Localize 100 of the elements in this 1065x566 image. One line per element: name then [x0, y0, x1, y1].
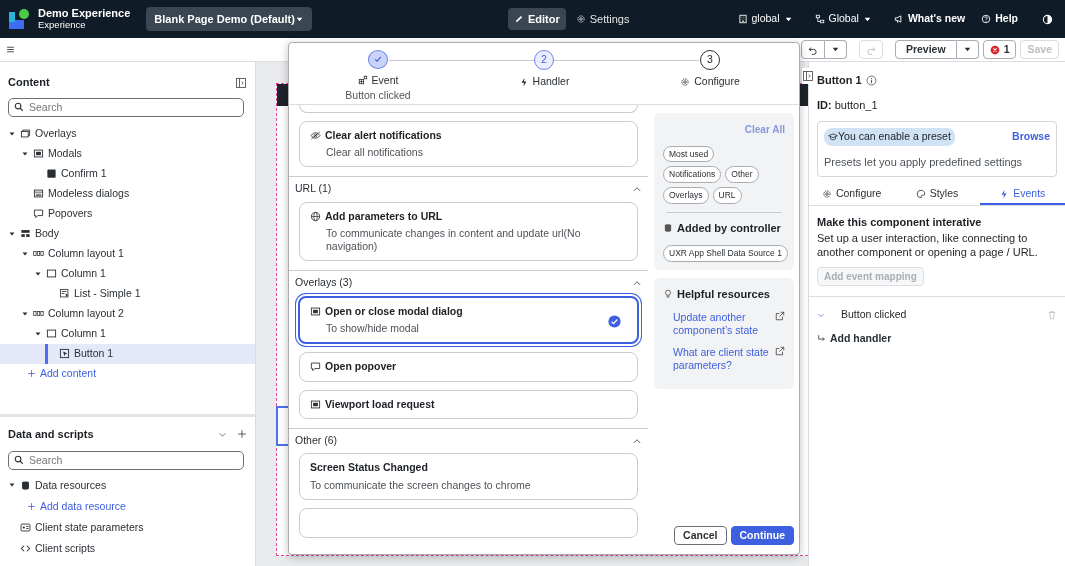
- browse-link[interactable]: Browse: [1012, 130, 1050, 144]
- tree-item[interactable]: Client scripts: [0, 537, 255, 559]
- modal-icon: [310, 306, 321, 318]
- search-field[interactable]: Search: [8, 450, 244, 470]
- collapse-panel-button[interactable]: [802, 68, 814, 84]
- building-icon: [737, 14, 748, 24]
- app-title: Demo Experience: [38, 7, 131, 20]
- preset-description: Presets let you apply predefined settings: [824, 154, 1024, 170]
- tree-item[interactable]: List - Simple 1: [0, 283, 255, 304]
- plus-icon: [27, 369, 36, 378]
- columns-icon: [33, 308, 44, 319]
- undo-icon: [807, 44, 818, 55]
- tree-item[interactable]: Column 1: [0, 263, 255, 284]
- undo-menu-button[interactable]: [824, 40, 847, 59]
- inspector-tab[interactable]: Styles: [894, 185, 980, 206]
- event-name[interactable]: Button clicked: [841, 307, 907, 324]
- inspector-tab[interactable]: Events: [979, 185, 1065, 206]
- search-field[interactable]: Search: [8, 97, 244, 117]
- undo-button[interactable]: [800, 40, 825, 59]
- info-button[interactable]: [865, 72, 877, 89]
- mode-tab[interactable]: Editor: [507, 7, 566, 31]
- add-link[interactable]: Add content: [27, 365, 97, 382]
- tree-item[interactable]: Modeless dialogs: [0, 183, 255, 204]
- external-link-icon: [775, 310, 785, 321]
- group-header[interactable]: URL (1): [295, 181, 332, 197]
- handler-option[interactable]: Open or close modal dialog To show/hide modal: [298, 296, 639, 345]
- handler-option[interactable]: Open popover: [299, 352, 638, 382]
- cancel-button[interactable]: Cancel: [674, 526, 727, 545]
- filter-chip[interactable]: Other: [725, 166, 759, 183]
- error-icon: [989, 44, 1000, 55]
- menu-icon: [6, 45, 15, 55]
- check-icon: [373, 54, 383, 65]
- filter-chip[interactable]: UXR App Shell Data Source 1: [663, 245, 788, 262]
- graduation-cap-icon: [828, 131, 838, 142]
- plus-icon: [237, 429, 247, 440]
- group-header[interactable]: Overlays (3): [295, 275, 353, 292]
- settings-icon: [575, 14, 586, 24]
- database-icon: [20, 479, 31, 491]
- info-icon: [865, 75, 877, 87]
- filter-chip[interactable]: Overlays: [663, 187, 709, 204]
- mode-tab[interactable]: Settings: [569, 7, 636, 31]
- panel-title: Content: [8, 75, 50, 90]
- speech-bubble-icon: [33, 208, 44, 219]
- palette-icon: [915, 189, 926, 200]
- filter-heading: Added by controller: [677, 220, 781, 236]
- tree-item[interactable]: Data resources: [0, 474, 255, 496]
- handler-option[interactable]: Screen Status Changed To communicate the screen changes to chrome: [299, 453, 638, 500]
- step-indicator: 2: [534, 50, 554, 70]
- preview-button[interactable]: Preview: [894, 40, 957, 59]
- inspector-tab[interactable]: Configure: [809, 185, 895, 206]
- handler-option[interactable]: Viewport load request: [299, 389, 638, 419]
- handler-option[interactable]: Clear alert notifications Clear all notifications: [299, 121, 638, 168]
- modal-icon: [310, 398, 321, 410]
- tree-item[interactable]: Body: [0, 223, 255, 244]
- add-link[interactable]: Add data resource: [27, 500, 126, 512]
- settings-icon: [680, 76, 691, 87]
- page-selector[interactable]: Blank Page Demo (Default): [146, 6, 312, 32]
- layout-icon: [20, 228, 31, 239]
- tree-item[interactable]: Column layout 2: [0, 303, 255, 324]
- tree-item[interactable]: Button 1: [0, 343, 255, 364]
- panel-icon: [802, 70, 814, 83]
- filter-chip[interactable]: Most used: [663, 145, 715, 163]
- columns-icon: [33, 248, 44, 259]
- resource-link[interactable]: Update another component’s state: [673, 310, 775, 338]
- speech-bubble-icon: [310, 361, 321, 373]
- column-icon: [46, 328, 57, 339]
- tree-item[interactable]: Modals: [0, 143, 255, 164]
- preset-tag: You can enable a preset: [824, 128, 955, 146]
- resources-heading: Helpful resources: [677, 287, 770, 302]
- database-icon: [663, 223, 673, 233]
- header-link[interactable]: What's new: [889, 9, 970, 29]
- parameters-icon: [20, 521, 31, 533]
- trash-icon: [1047, 310, 1057, 321]
- handler-option[interactable]: Add parameters to URL To communicate changes in content and update url(No navigation): [299, 202, 638, 262]
- component-title: Button 1: [817, 73, 862, 88]
- resource-link[interactable]: What are client state parameters?: [673, 345, 775, 374]
- dropdown-button[interactable]: global: [733, 9, 797, 29]
- filter-chip[interactable]: Notifications: [663, 166, 722, 183]
- preview-menu-button[interactable]: [956, 40, 979, 59]
- dropdown-button[interactable]: Global: [810, 9, 876, 29]
- return-arrow-icon: [817, 334, 826, 344]
- error-count-button[interactable]: 1: [982, 40, 1017, 59]
- panel-icon: [235, 76, 247, 89]
- group-header[interactable]: Other (6): [295, 432, 337, 449]
- app-subtitle: Experience: [38, 19, 86, 31]
- tree-item[interactable]: Column 1: [0, 323, 255, 344]
- section-heading: Make this component interative: [817, 215, 983, 231]
- tree-item[interactable]: Client state parameters: [0, 516, 255, 538]
- hierarchy-icon: [814, 14, 825, 24]
- add-handler-button[interactable]: Add handler: [817, 331, 892, 347]
- tree-item[interactable]: Overlays: [0, 123, 255, 144]
- tree-item[interactable]: Popovers: [0, 203, 255, 224]
- header-link[interactable]: Help: [977, 9, 1022, 29]
- panel-icon: [33, 188, 44, 199]
- pencil-icon: [513, 14, 524, 24]
- tree-item[interactable]: Column layout 1: [0, 243, 255, 264]
- filter-chip[interactable]: URL: [712, 187, 742, 204]
- tree-item[interactable]: Confirm 1: [0, 163, 255, 184]
- eye-slash-icon: [310, 130, 321, 142]
- continue-button[interactable]: Continue: [730, 526, 794, 545]
